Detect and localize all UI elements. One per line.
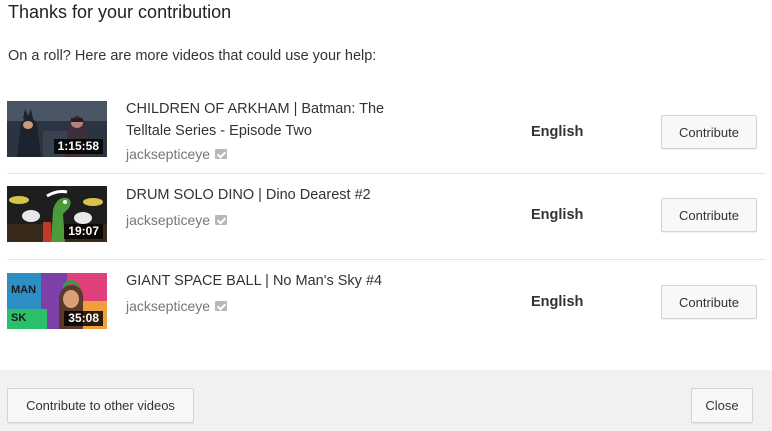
video-language: English — [531, 207, 584, 223]
video-title[interactable]: CHILDREN OF ARKHAM | Batman: The Telltal… — [126, 98, 426, 142]
video-title[interactable]: DRUM SOLO DINO | Dino Dearest #2 — [126, 184, 426, 206]
video-row: 19:07 DRUM SOLO DINO | Dino Dearest #2 j… — [7, 174, 765, 260]
dialog-title: Thanks for your contribution — [8, 2, 232, 22]
dialog-footer: Contribute to other videos Close — [0, 370, 772, 431]
channel-name[interactable]: jacksepticeye — [126, 146, 228, 162]
verified-icon — [215, 149, 228, 159]
video-list: 1:15:58 CHILDREN OF ARKHAM | Batman: The… — [0, 88, 772, 345]
video-thumbnail[interactable]: MAN SK 35:08 — [7, 273, 107, 329]
close-button[interactable]: Close — [691, 388, 753, 423]
video-row: 1:15:58 CHILDREN OF ARKHAM | Batman: The… — [7, 88, 765, 174]
video-thumbnail[interactable]: 19:07 — [7, 186, 107, 242]
dialog-subtitle: On a roll? Here are more videos that cou… — [8, 48, 377, 64]
channel-label[interactable]: jacksepticeye — [126, 298, 210, 314]
verified-icon — [215, 215, 228, 225]
video-thumbnail[interactable]: 1:15:58 — [7, 101, 107, 157]
contribute-button[interactable]: Contribute — [661, 285, 757, 319]
svg-text:SK: SK — [11, 312, 26, 324]
video-language: English — [531, 294, 584, 310]
channel-name[interactable]: jacksepticeye — [126, 298, 228, 314]
video-duration: 19:07 — [64, 224, 103, 239]
channel-label[interactable]: jacksepticeye — [126, 146, 210, 162]
contribute-to-other-videos-button[interactable]: Contribute to other videos — [7, 388, 194, 423]
channel-name[interactable]: jacksepticeye — [126, 212, 228, 228]
channel-label[interactable]: jacksepticeye — [126, 212, 210, 228]
video-language: English — [531, 124, 584, 140]
video-row: MAN SK 35:08 GIANT SPACE BALL | No Man's… — [7, 260, 765, 345]
verified-icon — [215, 301, 228, 311]
contribute-button[interactable]: Contribute — [661, 198, 757, 232]
svg-text:MAN: MAN — [11, 284, 36, 296]
video-duration: 1:15:58 — [53, 139, 103, 154]
contribute-button[interactable]: Contribute — [661, 115, 757, 149]
video-duration: 35:08 — [64, 311, 103, 326]
video-title[interactable]: GIANT SPACE BALL | No Man's Sky #4 — [126, 270, 426, 292]
